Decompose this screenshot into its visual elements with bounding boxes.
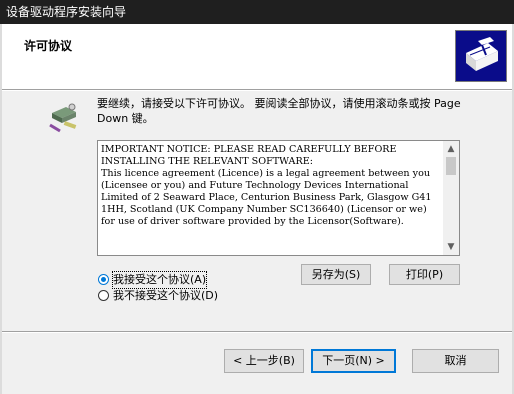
scroll-down-arrow-icon[interactable]: ▼ bbox=[443, 240, 459, 254]
installer-tools-icon bbox=[46, 99, 82, 133]
license-textbox[interactable]: IMPORTANT NOTICE: PLEASE READ CAREFULLY … bbox=[97, 140, 460, 256]
accept-option[interactable]: 我接受这个协议(A) bbox=[98, 271, 318, 289]
wizard-header: 许可协议 bbox=[2, 24, 512, 89]
license-text: IMPORTANT NOTICE: PLEASE READ CAREFULLY … bbox=[101, 144, 432, 227]
cancel-button[interactable]: 取消 bbox=[412, 349, 499, 373]
license-scrollbar[interactable]: ▲ ▼ bbox=[443, 141, 459, 255]
back-button[interactable]: < 上一步(B) bbox=[224, 349, 304, 373]
window-title: 设备驱动程序安装向导 bbox=[6, 5, 127, 19]
decline-option[interactable]: 我不接受这个协议(D) bbox=[98, 288, 318, 304]
scroll-thumb[interactable] bbox=[446, 157, 456, 175]
decline-radio[interactable] bbox=[98, 290, 109, 301]
installer-wizard-window: 设备驱动程序安装向导 许可协议 要继续，请接受以下许可协议。 要阅读全部协议，请… bbox=[0, 0, 514, 394]
scroll-up-arrow-icon[interactable]: ▲ bbox=[443, 142, 459, 156]
installer-logo-icon bbox=[455, 30, 507, 82]
decline-label[interactable]: 我不接受这个协议(D) bbox=[113, 288, 218, 304]
accept-label[interactable]: 我接受这个协议(A) bbox=[111, 271, 208, 289]
header-divider bbox=[2, 89, 512, 91]
print-button[interactable]: 打印(P) bbox=[389, 264, 460, 285]
next-button[interactable]: 下一页(N) > bbox=[311, 349, 396, 373]
footer-divider bbox=[2, 331, 512, 333]
page-title: 许可协议 bbox=[24, 39, 73, 53]
instruction-text: 要继续，请接受以下许可协议。 要阅读全部协议，请使用滚动条或按 Page Dow… bbox=[97, 97, 461, 125]
title-bar[interactable]: 设备驱动程序安装向导 bbox=[0, 0, 514, 24]
window-left-edge bbox=[0, 24, 2, 394]
accept-radio[interactable] bbox=[98, 274, 109, 285]
